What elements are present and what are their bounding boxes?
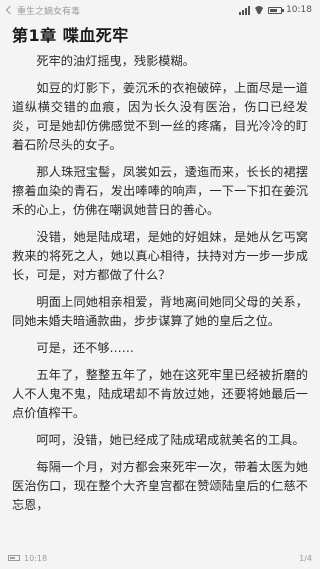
page-indicator: 1/4 — [299, 553, 312, 563]
status-bar: 重生之嫡女有毒 10:18 — [0, 0, 320, 20]
battery-icon — [268, 6, 285, 14]
paragraph: 如豆的灯影下，姜沉禾的衣袍破碎，上面尽是一道道纵横交错的血痕，因为长久没有医治，… — [12, 81, 308, 152]
reader-content[interactable]: 第1章 喋血死牢 死牢的油灯摇曳，残影模糊。 如豆的灯影下，姜沉禾的衣袍破碎，上… — [0, 22, 320, 515]
paragraph: 五年了，整整五年了，她在这死牢里已经被折磨的人不人鬼不鬼，陆成珺却不肯放过她，还… — [12, 368, 308, 420]
paragraph: 可是，还不够…… — [36, 341, 134, 355]
wifi-icon — [254, 6, 264, 14]
chapter-title: 第1章 喋血死牢 — [12, 26, 129, 45]
paragraph: 没错，她是陆成珺，是她的好姐妹，是她从乞丐窝救来的将死之人，她以真心相待，扶持对… — [12, 230, 308, 282]
paragraph: 死牢的油灯摇曳，残影模糊。 — [36, 54, 195, 68]
back-arrow-icon[interactable] — [4, 5, 14, 15]
signal-icon — [239, 5, 251, 15]
paragraph: 明面上同她相亲相爱，背地离间她同父母的关系，同她未婚夫暗通款曲，步步谋算了她的皇… — [12, 295, 308, 328]
system-indicators: 10:18 — [239, 5, 312, 15]
reader-footer: 10:18 1/4 — [0, 547, 320, 569]
paragraph: 那人珠冠宝髻，凤裳如云，逶迤而来，长长的裙摆擦着血染的青石，发出唪唪的响声，一下… — [12, 165, 308, 217]
footer-time: 10:18 — [24, 553, 48, 563]
battery-icon — [8, 555, 20, 561]
paragraph: 每隔一个月，对方都会来死牢一次，带着太医为她医治伤口，现在整个大齐皇宫都在赞颂陆… — [12, 460, 308, 512]
status-time: 10:18 — [286, 5, 312, 15]
paragraph: 呵呵，没错，她已经成了陆成珺成就美名的工具。 — [36, 433, 305, 447]
back-nav[interactable]: 重生之嫡女有毒 — [4, 4, 80, 17]
book-title[interactable]: 重生之嫡女有毒 — [17, 4, 80, 17]
footer-status: 10:18 — [8, 554, 47, 563]
